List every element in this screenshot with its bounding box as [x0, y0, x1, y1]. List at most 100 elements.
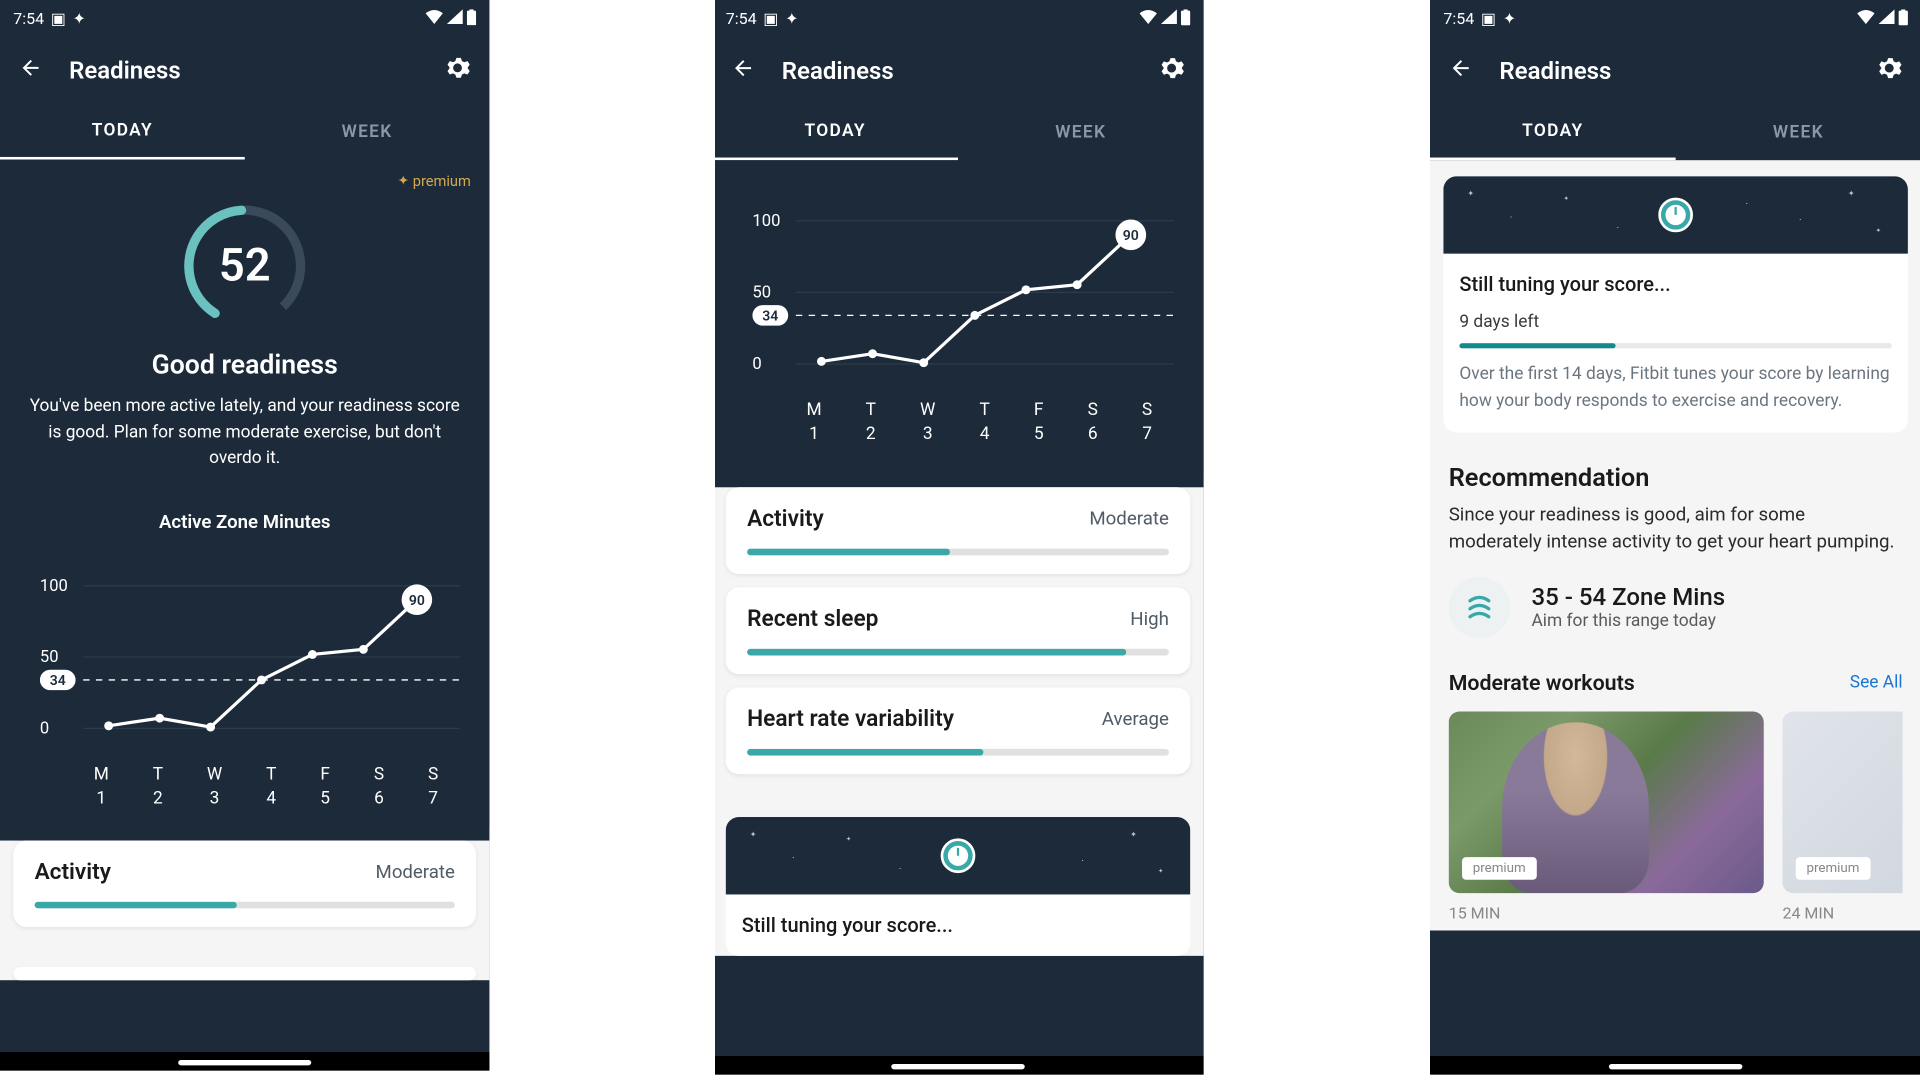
- hrv-level: Average: [1102, 709, 1169, 730]
- tuning-title: Still tuning your score...: [1459, 272, 1892, 296]
- sleep-level: High: [1130, 609, 1169, 630]
- notification-icon: ▣: [51, 9, 66, 28]
- wifi-icon: [426, 9, 443, 28]
- azm-chart: 100 50 0 34 90 M1 T2: [731, 174, 1185, 450]
- tab-today[interactable]: TODAY: [715, 104, 958, 160]
- notification-icon: ✦: [72, 9, 85, 28]
- svg-text:0: 0: [752, 355, 761, 374]
- workout-thumbnail: premium: [1449, 712, 1764, 894]
- tuning-card[interactable]: ✦ • ✦ • ✦ • ✦ Still tuning your score...: [726, 817, 1191, 956]
- page-title: Readiness: [1499, 57, 1849, 85]
- activity-card[interactable]: Activity Moderate: [13, 840, 476, 926]
- nav-handle[interactable]: [178, 1060, 311, 1065]
- zone-icon: [1449, 577, 1510, 638]
- svg-text:90: 90: [409, 592, 425, 608]
- activity-title: Activity: [35, 859, 111, 886]
- nav-handle[interactable]: [1609, 1064, 1743, 1069]
- svg-text:100: 100: [40, 576, 68, 595]
- workout-duration: 15 MIN: [1449, 904, 1764, 923]
- readiness-desc: You've been more active lately, and your…: [19, 380, 471, 484]
- phone-screen-3: 7:54 ▣ ✦ Readiness TODAY WEEK ✦ • ✦ • ✦ …: [1430, 0, 1920, 1075]
- tab-bar: TODAY WEEK: [1430, 104, 1920, 160]
- chart-xlabel: S7: [428, 764, 438, 808]
- back-icon[interactable]: [731, 56, 755, 85]
- zone-title: 35 - 54 Zone Mins: [1531, 584, 1725, 612]
- notification-icon: ✦: [785, 9, 798, 28]
- readiness-score: 52: [219, 239, 271, 292]
- chart-xlabel: M1: [94, 764, 109, 808]
- workout-card[interactable]: premium 15 MIN ☆: [1449, 712, 1764, 923]
- activity-level: Moderate: [376, 861, 455, 882]
- svg-text:34: 34: [762, 308, 778, 324]
- activity-progress: [35, 901, 455, 908]
- tab-week[interactable]: WEEK: [245, 104, 490, 160]
- activity-title: Activity: [747, 506, 824, 533]
- recommendation-heading: Recommendation: [1449, 462, 1903, 493]
- gear-icon[interactable]: [1876, 55, 1903, 87]
- tab-week[interactable]: WEEK: [958, 104, 1204, 160]
- back-icon[interactable]: [19, 56, 43, 85]
- tuning-progress: [1459, 343, 1892, 348]
- workout-duration: 24 MIN: [1782, 904, 1902, 923]
- signal-icon: [447, 9, 463, 28]
- clock-text: 7:54: [726, 9, 757, 28]
- gauge-mini-icon: [941, 838, 976, 873]
- notification-icon: ✦: [1503, 9, 1516, 28]
- recommendation-section: Recommendation Since your readiness is g…: [1430, 446, 1920, 655]
- see-all-link[interactable]: See All: [1850, 673, 1903, 693]
- svg-text:0: 0: [40, 719, 49, 738]
- workout-card[interactable]: premium 24 MIN: [1782, 712, 1902, 923]
- premium-badge: premium: [1462, 857, 1536, 880]
- premium-badge: premium: [398, 173, 471, 190]
- battery-icon: [1181, 9, 1190, 29]
- workout-thumbnail: premium: [1782, 712, 1902, 894]
- gear-icon[interactable]: [1158, 55, 1185, 87]
- tab-bar: TODAY WEEK: [0, 104, 489, 160]
- app-bar: Readiness: [0, 37, 489, 104]
- activity-progress: [747, 549, 1169, 556]
- sleep-title: Recent sleep: [747, 606, 878, 633]
- tab-today[interactable]: TODAY: [0, 104, 245, 160]
- tab-today[interactable]: TODAY: [1430, 104, 1676, 160]
- hrv-progress: [747, 749, 1169, 756]
- gauge-mini-icon: [1658, 198, 1693, 233]
- chart-xlabel: F5: [320, 764, 330, 808]
- chart-title: Active Zone Minutes: [19, 511, 471, 532]
- tuning-title: Still tuning your score...: [742, 913, 1175, 937]
- tab-week[interactable]: WEEK: [1676, 104, 1920, 160]
- azm-chart: 100 50 0 34 90 M1 T2: [19, 551, 471, 813]
- zone-recommendation: 35 - 54 Zone Mins Aim for this range tod…: [1449, 577, 1903, 638]
- gear-icon[interactable]: [444, 55, 471, 87]
- back-icon[interactable]: [1449, 56, 1473, 85]
- notification-icon: ▣: [1481, 9, 1496, 28]
- wifi-icon: [1857, 9, 1874, 28]
- nav-handle[interactable]: [891, 1064, 1025, 1069]
- tuning-card[interactable]: ✦ • ✦ • ✦ • ✦ • Still tuning your score.…: [1443, 176, 1908, 432]
- tuning-desc: Over the first 14 days, Fitbit tunes you…: [1459, 362, 1892, 414]
- status-bar: 7:54 ▣ ✦: [0, 0, 489, 37]
- activity-level: Moderate: [1089, 509, 1169, 530]
- sleep-card[interactable]: Recent sleep High: [726, 587, 1191, 674]
- activity-card[interactable]: Activity Moderate: [726, 487, 1191, 574]
- svg-text:90: 90: [1123, 228, 1139, 244]
- tuning-days-left: 9 days left: [1459, 312, 1892, 332]
- tab-bar: TODAY WEEK: [715, 104, 1204, 160]
- recommendation-desc: Since your readiness is good, aim for so…: [1449, 503, 1903, 555]
- hrv-title: Heart rate variability: [747, 706, 954, 733]
- premium-badge: premium: [1796, 857, 1870, 880]
- svg-text:50: 50: [40, 647, 59, 666]
- svg-text:50: 50: [752, 283, 771, 302]
- svg-text:34: 34: [50, 672, 66, 688]
- page-title: Readiness: [69, 57, 417, 85]
- page-title: Readiness: [782, 57, 1132, 85]
- chart-xlabel: S6: [374, 764, 384, 808]
- workouts-heading: Moderate workouts: [1449, 670, 1635, 695]
- phone-screen-2: 7:54 ▣ ✦ Readiness TODAY WEEK 100 50 0: [715, 0, 1204, 1075]
- battery-icon: [1899, 9, 1908, 29]
- chart-xlabel: T2: [153, 764, 163, 808]
- readiness-label: Good readiness: [152, 348, 338, 380]
- app-bar: Readiness: [715, 37, 1204, 104]
- hrv-card[interactable]: Heart rate variability Average: [726, 688, 1191, 775]
- battery-icon: [467, 9, 476, 29]
- clock-text: 7:54: [13, 9, 44, 28]
